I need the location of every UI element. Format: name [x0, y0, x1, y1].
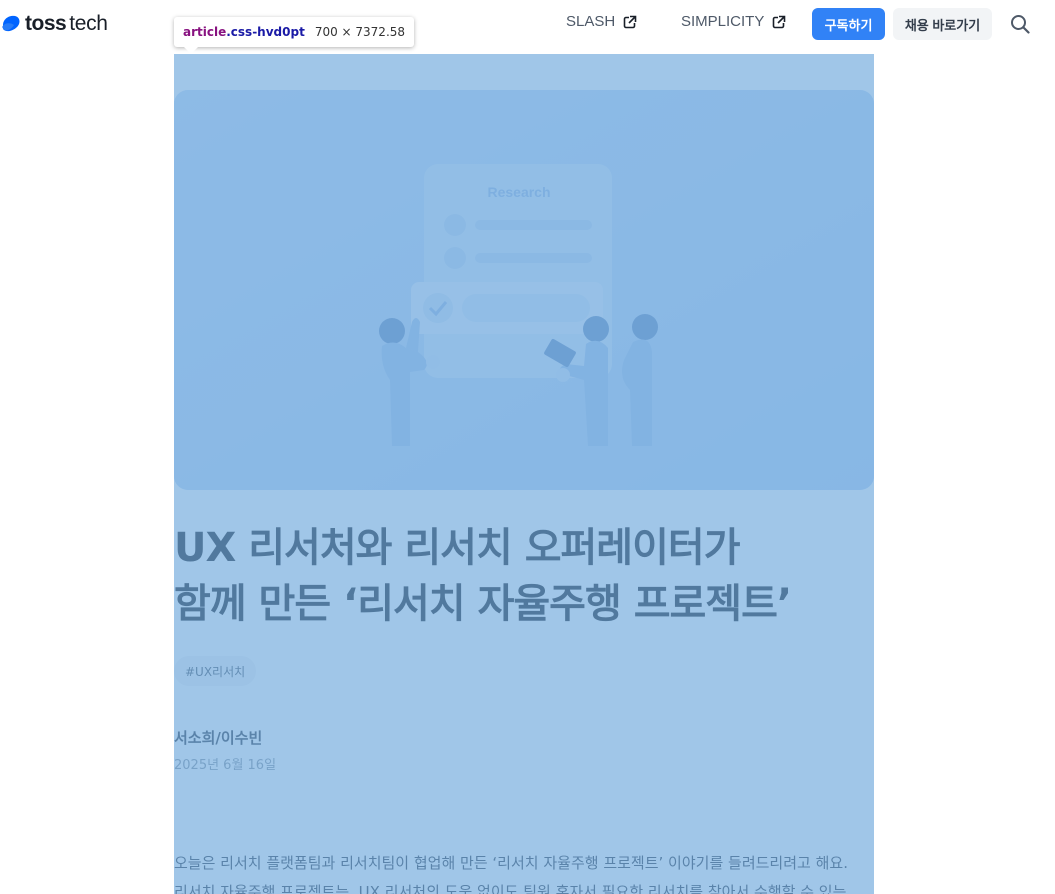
recruit-button[interactable]: 채용 바로가기	[893, 8, 992, 40]
devtools-class-name: .css-hvd0pt	[226, 25, 305, 39]
paragraph-1: 오늘은 리서치 플랫폼팀과 리서치팀이 협업해 만든 ‘리서치 자율주행 프로젝…	[174, 854, 848, 872]
nav-simplicity-label: SIMPLICITY	[681, 13, 765, 30]
article-title: UX 리서처와 리서치 오퍼레이터가 함께 만든 ‘리서치 자율주행 프로젝트’	[174, 520, 874, 632]
paragraph-2: 리서치 자율주행 프로젝트는, UX 리서처의 도움 없이도 팀원 혼자서 필요…	[174, 883, 847, 894]
toss-logo-icon	[2, 15, 20, 32]
research-card-illustration: Research	[174, 90, 874, 490]
nav-slash-link[interactable]: SLASH	[566, 13, 638, 30]
article: Research UX 리서처와 리서치 오퍼레이터가 함께 만든 ‘리서치 자…	[174, 54, 874, 894]
search-icon[interactable]	[1010, 14, 1030, 34]
logo[interactable]: toss tech	[0, 10, 108, 38]
logo-text-toss: toss	[25, 12, 67, 35]
author: 서소희/이수빈	[174, 729, 263, 747]
logo-text-tech: tech	[69, 12, 108, 35]
devtools-element-size: 700 × 7372.58	[314, 25, 406, 39]
tag-ux-research[interactable]: #UX리서치	[174, 656, 257, 686]
external-link-icon	[773, 14, 787, 28]
hero-image: Research	[174, 90, 874, 490]
external-link-icon	[623, 14, 638, 28]
devtools-tag-name: article	[183, 25, 227, 39]
hero-card-heading: Research	[487, 184, 550, 200]
subscribe-button[interactable]: 구독하기	[812, 8, 885, 40]
devtools-tooltip-arrow	[183, 46, 199, 54]
nav-simplicity-link[interactable]: SIMPLICITY	[681, 13, 787, 30]
nav-slash-label: SLASH	[566, 13, 616, 30]
publish-date: 2025년 6월 16일	[174, 758, 277, 773]
site-header: toss tech SLASH SIMPLICITY 구독하기 채용 바로가기	[0, 0, 1055, 48]
devtools-tooltip: article .css-hvd0pt 700 × 7372.58	[174, 17, 415, 47]
article-title-line-2: 함께 만든 ‘리서치 자율주행 프로젝트’	[174, 581, 792, 627]
article-title-line-1: UX 리서처와 리서치 오퍼레이터가	[174, 525, 741, 571]
